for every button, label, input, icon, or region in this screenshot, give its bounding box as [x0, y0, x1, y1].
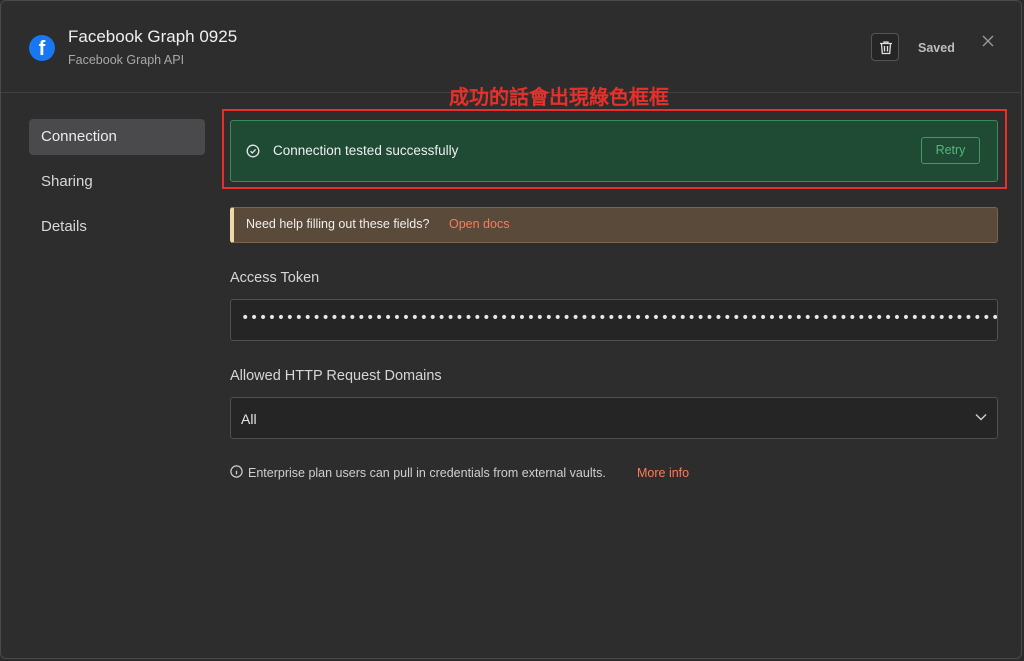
access-token-value: ••••••••••••••••••••••••••••••••••••••••…: [241, 310, 998, 326]
trash-icon: [880, 41, 892, 55]
open-docs-link[interactable]: Open docs: [449, 217, 509, 231]
more-info-link[interactable]: More info: [637, 466, 689, 480]
sidebar-item-sharing[interactable]: Sharing: [29, 164, 205, 200]
saved-status: Saved: [918, 41, 955, 55]
access-token-label: Access Token: [230, 270, 320, 286]
page-subtitle: Facebook Graph API: [68, 53, 185, 67]
help-text: Need help filling out these fields?: [246, 217, 430, 231]
facebook-logo-icon: f: [29, 35, 55, 61]
domains-label: Allowed HTTP Request Domains: [230, 368, 442, 384]
retry-button[interactable]: Retry: [921, 137, 980, 164]
sidebar-item-details[interactable]: Details: [29, 209, 205, 245]
info-icon: [230, 465, 243, 478]
domains-select[interactable]: All: [230, 397, 998, 439]
check-circle-icon: [246, 144, 260, 158]
page-title: Facebook Graph 0925: [68, 27, 238, 46]
chevron-down-icon: [975, 414, 987, 421]
annotation-label: 成功的話會出現綠色框框: [449, 85, 669, 109]
info-text: Enterprise plan users can pull in creden…: [248, 466, 606, 480]
sidebar-item-connection[interactable]: Connection: [29, 119, 205, 155]
access-token-input[interactable]: ••••••••••••••••••••••••••••••••••••••••…: [230, 299, 998, 341]
success-message: Connection tested successfully: [273, 143, 459, 158]
domains-selected-value: All: [241, 411, 257, 427]
modal-header: f Facebook Graph 0925 Facebook Graph API…: [1, 1, 1021, 93]
success-banner: Connection tested successfully Retry: [230, 120, 998, 182]
close-icon[interactable]: [981, 34, 995, 48]
delete-button[interactable]: [871, 33, 899, 61]
credential-modal: f Facebook Graph 0925 Facebook Graph API…: [0, 0, 1022, 659]
help-banner: Need help filling out these fields? Open…: [230, 207, 998, 243]
